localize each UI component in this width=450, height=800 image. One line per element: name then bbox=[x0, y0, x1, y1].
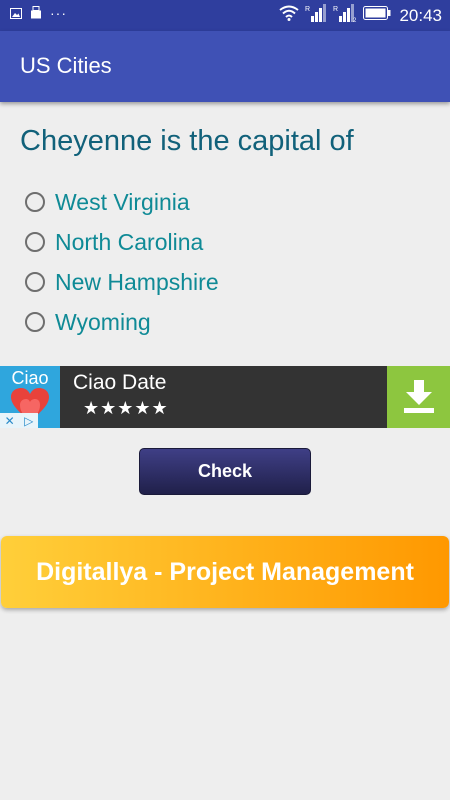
battery-icon bbox=[363, 6, 391, 25]
svg-text:2: 2 bbox=[353, 18, 357, 22]
image-icon bbox=[10, 6, 22, 24]
option-label: West Virginia bbox=[55, 188, 190, 215]
option-label: Wyoming bbox=[55, 308, 151, 335]
wifi-icon bbox=[279, 5, 300, 26]
radio-button[interactable] bbox=[25, 192, 45, 212]
signal-icon: R2 bbox=[333, 4, 357, 27]
check-button[interactable]: Check bbox=[139, 448, 311, 495]
app-title: US Cities bbox=[20, 53, 112, 78]
status-time: 20:43 bbox=[399, 5, 442, 25]
option-west-virginia[interactable]: West Virginia bbox=[25, 182, 219, 222]
option-label: North Carolina bbox=[55, 228, 204, 255]
svg-text:R: R bbox=[305, 6, 310, 13]
option-new-hampshire[interactable]: New Hampshire bbox=[25, 262, 219, 302]
answer-options: West Virginia North Carolina New Hampshi… bbox=[25, 182, 219, 342]
ad-rating-stars: ★★★★★ bbox=[83, 398, 169, 418]
app-bar: US Cities bbox=[0, 31, 450, 102]
radio-button[interactable] bbox=[25, 272, 45, 292]
usb-icon bbox=[30, 6, 42, 24]
option-label: New Hampshire bbox=[55, 268, 219, 295]
ad-info-icon[interactable]: ▷ bbox=[24, 414, 33, 428]
radio-button[interactable] bbox=[25, 312, 45, 332]
ad-logo-text: Ciao bbox=[11, 368, 49, 388]
overflow-dots: ··· bbox=[50, 5, 67, 21]
option-wyoming[interactable]: Wyoming bbox=[25, 302, 219, 342]
question-text: Cheyenne is the capital of bbox=[20, 125, 354, 157]
status-bar: ··· R R2 20:43 bbox=[0, 0, 450, 31]
svg-text:R: R bbox=[333, 6, 338, 13]
download-icon bbox=[403, 380, 435, 419]
option-north-carolina[interactable]: North Carolina bbox=[25, 222, 219, 262]
ad-download-button[interactable] bbox=[387, 366, 450, 428]
radio-button[interactable] bbox=[25, 232, 45, 252]
ad-choices[interactable]: ✕ ▷ bbox=[0, 413, 38, 428]
ad-title: Ciao Date bbox=[73, 371, 167, 394]
ad-banner[interactable]: Ciao ✕ ▷ Ciao Date ★★★★★ bbox=[0, 366, 450, 428]
close-icon[interactable]: ✕ bbox=[5, 414, 15, 428]
promo-button[interactable]: Digitallya - Project Management bbox=[1, 536, 449, 608]
signal-icon: R bbox=[305, 4, 327, 27]
